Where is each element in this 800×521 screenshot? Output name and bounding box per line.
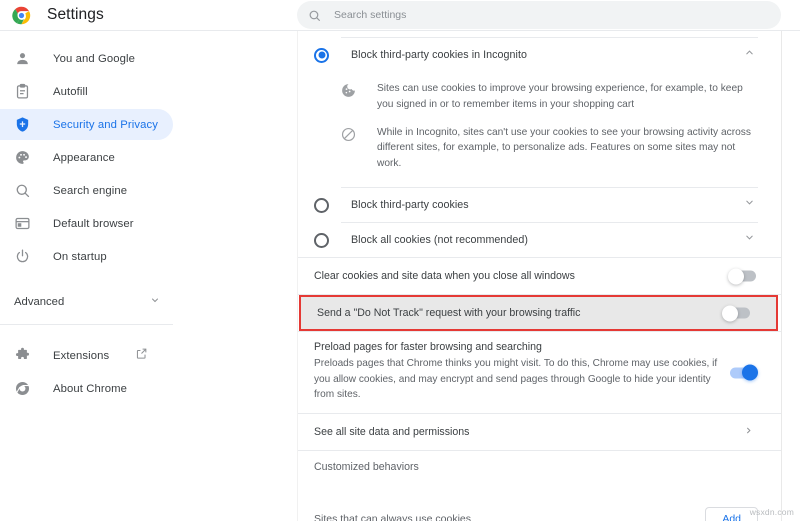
- cookie-option-label: Block third-party cookies: [351, 199, 469, 212]
- sidebar-item-on-startup[interactable]: On startup: [0, 241, 173, 272]
- browser-window-icon: [14, 215, 31, 232]
- cookie-option-label: Block all cookies (not recommended): [351, 234, 528, 247]
- radio-button[interactable]: [314, 197, 329, 213]
- clear-cookies-label: Clear cookies and site data when you clo…: [314, 270, 575, 283]
- detail-text: While in Incognito, sites can't use your…: [377, 126, 751, 170]
- sidebar-item-label: On startup: [53, 250, 107, 263]
- sidebar: You and Google Autofill Security and Pri…: [0, 31, 297, 521]
- sidebar-item-label: Appearance: [53, 151, 115, 164]
- power-icon: [14, 248, 31, 265]
- cookie-option-details: Sites can use cookies to improve your br…: [298, 72, 782, 181]
- radio-button[interactable]: [314, 232, 329, 248]
- sidebar-item-label: Default browser: [53, 217, 134, 230]
- see-all-site-data-label: See all site data and permissions: [314, 425, 470, 438]
- sidebar-item-search-engine[interactable]: Search engine: [0, 175, 173, 206]
- do-not-track-toggle[interactable]: [722, 305, 750, 322]
- chevron-down-icon[interactable]: [743, 196, 756, 214]
- do-not-track-label: Send a "Do Not Track" request with your …: [317, 307, 581, 320]
- sidebar-item-you-and-google[interactable]: You and Google: [0, 43, 173, 74]
- search-input[interactable]: [332, 8, 770, 22]
- always-use-cookies-row: Sites that can always use cookies Add: [298, 497, 782, 521]
- clipboard-icon: [14, 83, 31, 100]
- always-use-cookies-label: Sites that can always use cookies: [314, 512, 471, 521]
- search-box[interactable]: [297, 1, 781, 29]
- chrome-logo-icon: [12, 6, 31, 25]
- sidebar-item-autofill[interactable]: Autofill: [0, 76, 173, 107]
- cookie-option-block-all[interactable]: Block all cookies (not recommended): [298, 223, 782, 257]
- sidebar-divider: [0, 324, 173, 325]
- search-icon: [308, 9, 321, 22]
- puzzle-icon: [14, 347, 31, 364]
- clear-cookies-row[interactable]: Clear cookies and site data when you clo…: [298, 258, 782, 294]
- radio-button[interactable]: [314, 47, 329, 63]
- person-icon: [14, 50, 31, 67]
- preload-toggle[interactable]: [730, 364, 758, 381]
- brand-area: Settings: [0, 0, 297, 31]
- detail-text: Sites can use cookies to improve your br…: [377, 83, 743, 110]
- preload-description: Preloads pages that Chrome thinks you mi…: [314, 358, 718, 401]
- sidebar-item-label: Search engine: [53, 184, 128, 197]
- sidebar-item-label: Security and Privacy: [53, 118, 158, 131]
- settings-window: Settings You and Google: [0, 0, 800, 521]
- chrome-outline-icon: [14, 380, 31, 397]
- search-icon: [14, 182, 31, 199]
- do-not-track-row[interactable]: Send a "Do Not Track" request with your …: [299, 295, 778, 332]
- content-right-gutter: [782, 31, 800, 521]
- page-title: Settings: [47, 6, 104, 23]
- settings-content: Block third-party cookies in Incognito S…: [297, 31, 782, 521]
- chevron-down-icon: [149, 293, 161, 311]
- sidebar-item-advanced[interactable]: Advanced: [0, 286, 173, 317]
- search-area: [297, 1, 800, 29]
- sidebar-item-label: Autofill: [53, 85, 88, 98]
- sidebar-item-appearance[interactable]: Appearance: [0, 142, 173, 173]
- chevron-down-icon[interactable]: [743, 231, 756, 249]
- shield-icon: [14, 116, 31, 133]
- advanced-label: Advanced: [14, 295, 65, 308]
- cookie-option-block-third-party-incognito[interactable]: Block third-party cookies in Incognito: [298, 38, 782, 72]
- see-all-site-data-row[interactable]: See all site data and permissions: [298, 414, 782, 450]
- external-link-icon: [135, 347, 148, 365]
- sidebar-item-about-chrome[interactable]: About Chrome: [0, 373, 173, 404]
- palette-icon: [14, 149, 31, 166]
- detail-item: Sites can use cookies to improve your br…: [314, 81, 758, 113]
- sidebar-item-default-browser[interactable]: Default browser: [0, 208, 173, 239]
- watermark: wsxdn.com: [749, 507, 794, 517]
- clear-cookies-toggle[interactable]: [728, 268, 756, 285]
- detail-item: While in Incognito, sites can't use your…: [314, 125, 758, 172]
- sidebar-item-label: About Chrome: [53, 382, 128, 395]
- preload-row[interactable]: Preload pages for faster browsing and se…: [298, 332, 782, 413]
- sidebar-item-label: Extensions: [53, 349, 110, 362]
- top-bar: Settings: [0, 0, 800, 31]
- customized-behaviors-header: Customized behaviors: [298, 451, 782, 483]
- sidebar-item-security-and-privacy[interactable]: Security and Privacy: [0, 109, 173, 140]
- chevron-up-icon[interactable]: [743, 46, 756, 64]
- customized-behaviors-title: Customized behaviors: [314, 460, 419, 473]
- cookie-option-label: Block third-party cookies in Incognito: [351, 49, 527, 61]
- sidebar-item-extensions[interactable]: Extensions: [0, 340, 173, 371]
- cookie-option-block-third-party[interactable]: Block third-party cookies: [298, 188, 782, 222]
- preload-title: Preload pages for faster browsing and se…: [314, 341, 542, 354]
- cookie-icon: [340, 82, 357, 99]
- chevron-right-icon[interactable]: [743, 423, 754, 441]
- blocked-icon: [340, 126, 357, 143]
- sidebar-item-label: You and Google: [53, 52, 136, 65]
